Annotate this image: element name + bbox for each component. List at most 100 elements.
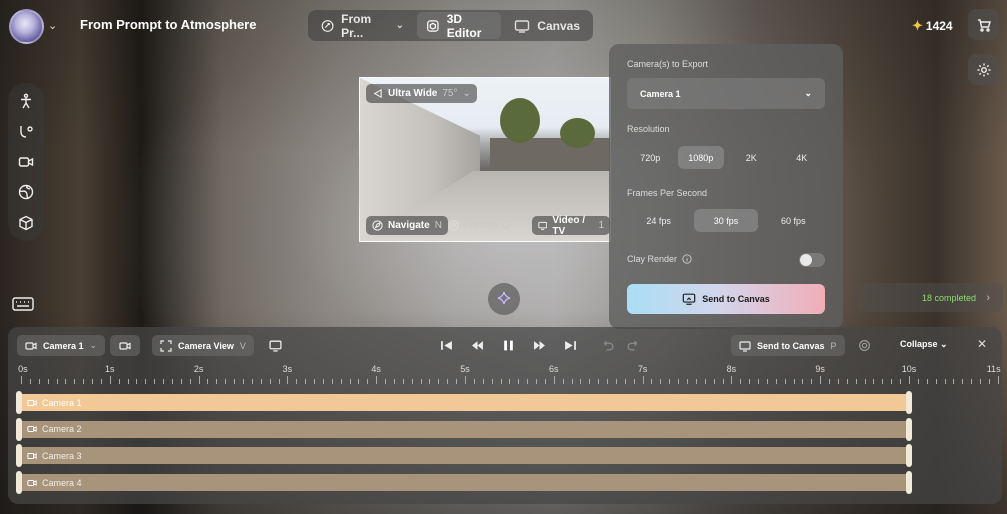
cart-icon [977,18,991,32]
picture-in-picture-button[interactable] [267,337,283,353]
track-end-handle[interactable] [906,444,912,468]
keyboard-icon[interactable] [12,294,34,312]
ruler-tick [544,379,546,384]
user-avatar[interactable] [9,9,44,44]
mode-canvas[interactable]: Canvas [505,12,589,39]
ruler-tick [118,379,120,384]
track-start-handle[interactable] [16,444,22,468]
ruler-tick [491,379,493,384]
ruler-tick [962,379,964,384]
cast-icon [682,293,696,305]
ruler-tick-label: 3s [282,364,293,374]
timeline-settings-button[interactable] [856,337,872,353]
tool-environment[interactable] [13,179,39,205]
track-end-handle[interactable] [906,471,912,495]
precise-mode-button[interactable]: Precise O [442,216,516,235]
redo-button[interactable] [625,337,641,353]
camera-export-select[interactable]: Camera 1 ⌄ [627,78,825,109]
collapse-button[interactable]: Collapse ⌄ [900,339,948,350]
path-icon [20,125,33,138]
resolution-option[interactable]: 2K [728,146,775,169]
cart-button[interactable] [968,9,999,40]
jobs-completed-bar[interactable]: 18 completed › [857,283,1003,312]
camera-viewport[interactable]: Ultra Wide 75° ⌄ Navigate N Precise O Vi… [359,77,611,242]
ruler-tick [518,379,520,384]
track-end-handle[interactable] [906,391,912,414]
ruler-tick [917,379,919,384]
track-start-handle[interactable] [16,417,22,441]
pause-button[interactable] [500,337,516,353]
chevron-down-icon: ⌄ [395,20,405,31]
navigate-mode-button[interactable]: Navigate N [366,216,448,235]
ruler-tick-label: 8s [726,364,737,374]
ruler-tick [21,376,22,384]
timeline-camera-select[interactable]: Camera 1 ⌄ [17,335,106,356]
ruler-tick [855,379,857,384]
video-camera-icon [27,479,37,486]
ruler-tick [154,379,156,384]
scene-tree [500,98,540,143]
settings-button[interactable] [968,54,999,85]
camera-track[interactable]: Camera 1 [16,391,912,414]
undo-button[interactable] [599,337,615,353]
camera-track[interactable]: Camera 3 [16,444,912,468]
info-icon[interactable] [682,254,692,264]
camera-track[interactable]: Camera 4 [16,471,912,495]
generate-button[interactable] [488,283,520,315]
track-end-handle[interactable] [906,417,912,441]
video-camera-icon [25,341,37,350]
ruler-tick [367,379,369,384]
ruler-tick-label: 0s [18,364,28,374]
ruler-tick [997,376,999,384]
fps-option[interactable]: 24 fps [627,209,690,232]
ruler-tick-label: 5s [460,364,470,374]
track-start-handle[interactable] [16,471,22,495]
tool-objects[interactable] [13,210,39,236]
tool-path[interactable] [13,119,39,145]
fps-option[interactable]: 30 fps [694,209,758,232]
person-icon [21,93,31,109]
camera-track[interactable]: Camera 2 [16,417,912,441]
box-icon [19,215,33,231]
time-ruler[interactable]: 0s 1s 2s 3s 4s 5s 6s 7s 8s 9s 10s 11s [18,364,1001,384]
resolution-option[interactable]: 4K [779,146,826,169]
credits-counter[interactable]: ✦ 1424 [912,18,953,34]
resolution-option[interactable]: 1080p [677,146,724,169]
ruler-tick [642,376,644,384]
ruler-tick [402,379,404,384]
chevron-down-icon[interactable]: ⌄ [48,19,57,32]
clay-render-toggle[interactable] [799,253,825,267]
compass-icon [372,220,383,231]
step-forward-button[interactable] [531,337,547,353]
video-camera-icon [27,426,37,433]
cast-icon [739,340,751,352]
ruler-tick [385,379,387,384]
ruler-tick [225,379,227,384]
tool-camera[interactable] [13,149,39,175]
ruler-tick [811,379,813,384]
close-icon[interactable]: ✕ [977,337,987,351]
fps-option[interactable]: 60 fps [762,209,825,232]
ruler-tick [802,379,804,384]
export-send-to-canvas-button[interactable]: Send to Canvas [627,284,825,314]
ruler-tick [704,379,706,384]
add-camera-button[interactable] [110,335,140,356]
skip-end-button[interactable] [562,337,578,353]
mode-prompt[interactable]: From Pr... ⌄ [312,12,413,40]
ruler-tick [589,379,591,384]
ruler-tick [171,379,173,384]
ruler-tick [234,379,236,384]
ruler-tick [420,379,422,384]
camera-view-button[interactable]: Camera View V [152,335,254,356]
timeline-send-to-canvas-button[interactable]: Send to Canvas P [731,335,845,356]
step-back-button[interactable] [469,337,485,353]
mode-3d-editor[interactable]: 3D Editor [417,12,502,40]
tool-character[interactable] [13,88,39,114]
resolution-option[interactable]: 720p [627,146,674,169]
video-tv-button[interactable]: Video / TV 1 [532,215,610,237]
track-label: Camera 2 [42,424,82,435]
skip-start-button[interactable] [438,337,454,353]
lens-selector[interactable]: Ultra Wide 75° ⌄ [366,84,477,103]
fps-label: Frames Per Second [627,188,708,198]
track-start-handle[interactable] [16,391,22,414]
